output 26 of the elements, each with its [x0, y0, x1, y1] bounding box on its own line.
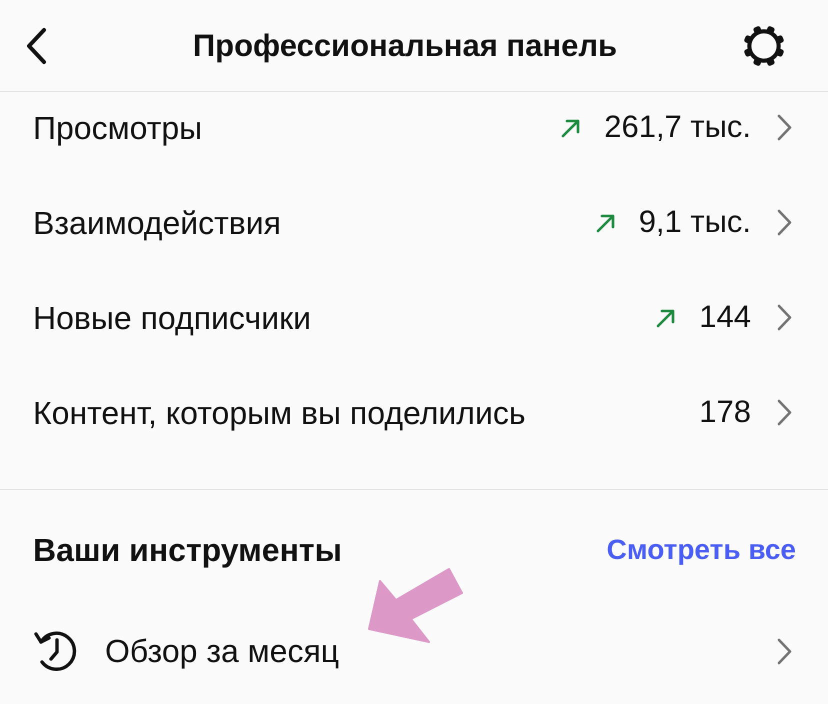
metric-value: 261,7 тыс.: [604, 108, 751, 146]
metric-value: 9,1 тыс.: [638, 203, 751, 242]
settings-button[interactable]: [742, 24, 786, 68]
metric-row[interactable]: Новые подписчики 144: [0, 270, 828, 365]
section-title: Ваши инструменты: [33, 531, 342, 570]
back-button[interactable]: [24, 26, 48, 64]
tool-row[interactable]: Обзор за месяц: [0, 601, 828, 701]
screen-title: Профессиональная панель: [192, 26, 618, 64]
metric-row[interactable]: Контент, которым вы поделились 178: [0, 365, 828, 460]
back-icon: [24, 26, 48, 64]
metric-label: Контент, которым вы поделились: [33, 394, 526, 433]
chevron-right-icon: [777, 304, 792, 331]
chevron-right-icon: [777, 209, 792, 236]
see-all-link[interactable]: Смотреть все: [606, 529, 796, 571]
metric-label: Просмотры: [33, 108, 204, 148]
tool-label: Обзор за месяц: [105, 632, 340, 671]
chevron-right-icon: [777, 114, 792, 141]
settings-icon: [742, 24, 786, 68]
metric-label: Взаимодействия: [33, 204, 282, 242]
metric-row[interactable]: Взаимодействия 9,1 тыс.: [0, 175, 828, 270]
metric-row[interactable]: Просмотры 261,7 тыс.: [0, 92, 828, 175]
chevron-right-icon: [777, 638, 792, 664]
metric-value: 144: [699, 298, 751, 336]
metric-label: Новые подписчики: [33, 298, 312, 338]
chevron-right-icon: [777, 399, 792, 426]
metric-value: 178: [699, 393, 751, 432]
